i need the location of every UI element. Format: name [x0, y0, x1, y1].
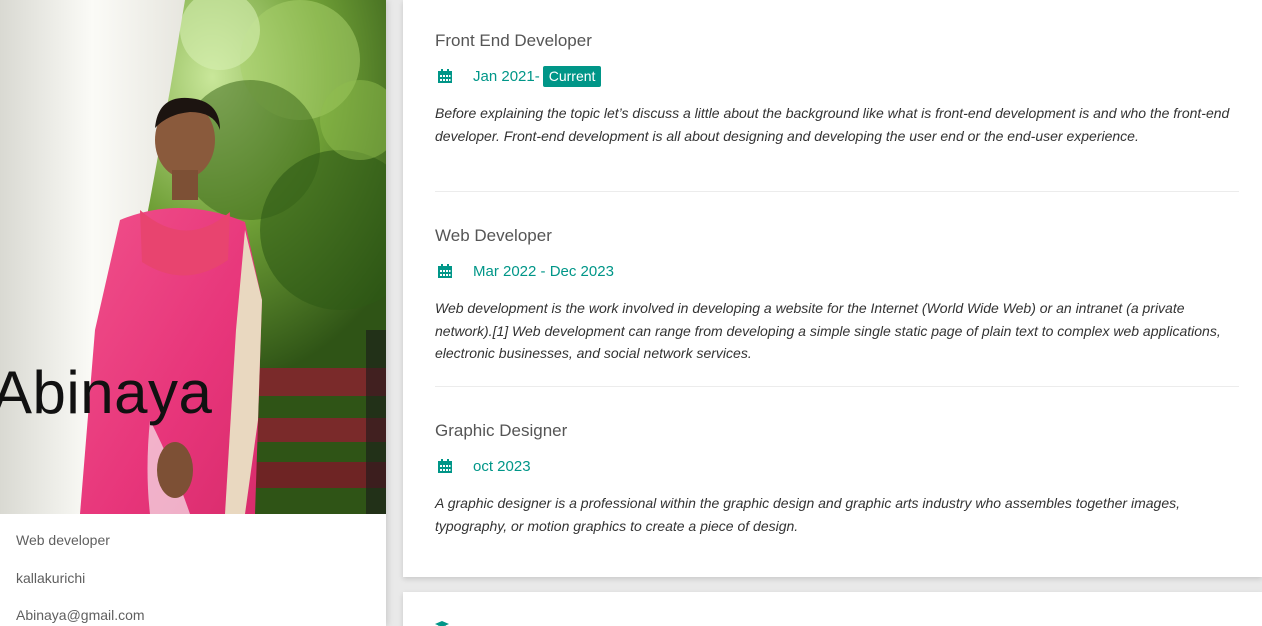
resume-page: Abinaya Web developer kallakurichi Abina… [0, 0, 1262, 626]
profile-title: Web developer [16, 532, 110, 548]
current-badge: Current [542, 65, 602, 87]
profile-photo: Abinaya [0, 0, 386, 514]
profile-info: Web developer kallakurichi Abinaya@gmail… [0, 514, 386, 626]
experience-card: Front End Developer Jan 2021- Current Be… [403, 0, 1262, 577]
experience-date: Jan 2021- Current [435, 65, 1241, 87]
experience-title: Front End Developer [435, 31, 592, 50]
graduation-cap-icon [435, 621, 449, 626]
experience-item: Web Developer Mar 2022 - Dec 2023 Web de… [435, 225, 1241, 365]
experience-date-text: Jan 2021- [473, 67, 540, 85]
profile-name: Abinaya [0, 359, 213, 426]
experience-date: Mar 2022 - Dec 2023 [435, 260, 1241, 282]
experience-description: Before explaining the topic let’s discus… [435, 105, 1230, 144]
experience-description: A graphic designer is a professional wit… [435, 495, 1181, 534]
experience-title: Web Developer [435, 226, 552, 245]
divider [435, 386, 1239, 387]
experience-date-text: Mar 2022 - Dec 2023 [473, 262, 614, 280]
experience-item: Front End Developer Jan 2021- Current Be… [435, 30, 1241, 147]
experience-date-text: oct 2023 [473, 457, 531, 475]
calendar-icon [438, 264, 452, 278]
divider [435, 191, 1239, 192]
calendar-icon [438, 69, 452, 83]
experience-item: Graphic Designer oct 2023 A graphic desi… [435, 420, 1241, 537]
experience-date: oct 2023 [435, 455, 1241, 477]
calendar-icon [438, 459, 452, 473]
experience-title: Graphic Designer [435, 421, 568, 440]
profile-email: Abinaya@gmail.com [16, 607, 145, 623]
experience-description: Web development is the work involved in … [435, 300, 1221, 361]
education-card [403, 592, 1262, 626]
profile-location: kallakurichi [16, 569, 86, 586]
profile-card: Abinaya Web developer kallakurichi Abina… [0, 0, 386, 626]
